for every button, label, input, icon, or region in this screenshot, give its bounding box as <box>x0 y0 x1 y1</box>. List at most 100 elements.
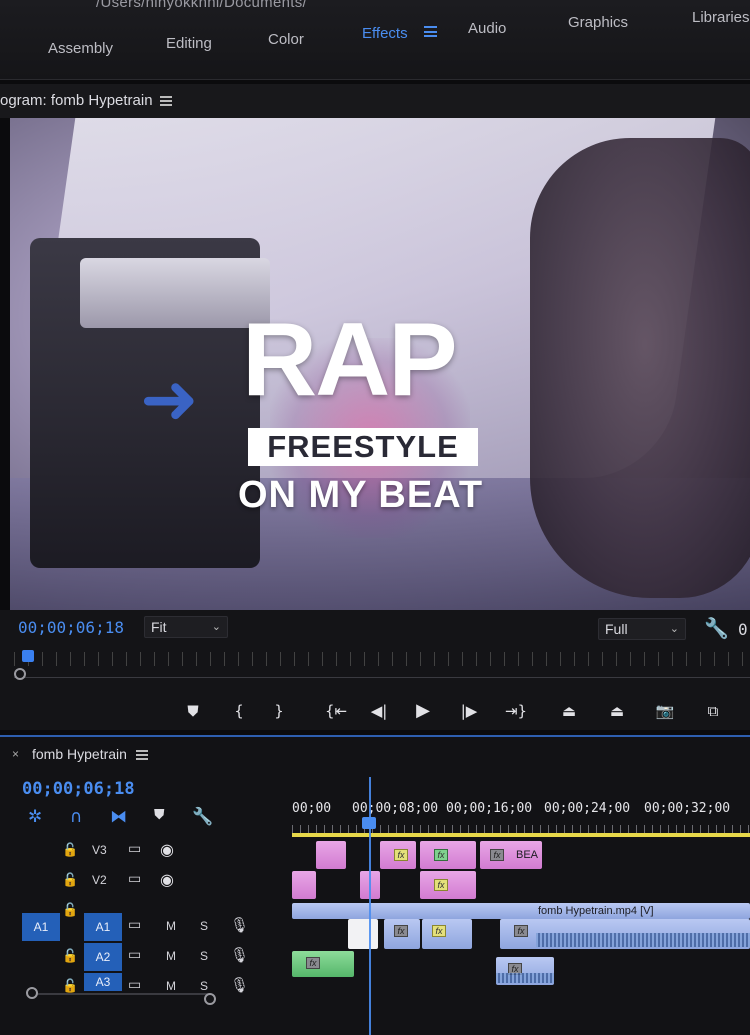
go-to-out-button[interactable]: ⇥} <box>500 700 532 722</box>
close-icon[interactable]: × <box>12 747 19 761</box>
nest-sequence-icon[interactable]: ✲ <box>28 807 42 827</box>
add-marker-button[interactable]: ⛊ <box>180 700 206 722</box>
timeline-scroll-handle-right[interactable] <box>204 993 216 1005</box>
clip-v3[interactable]: fx <box>420 841 476 869</box>
timeline-settings-wrench-icon[interactable]: 🔧 <box>192 807 213 827</box>
timeline-playhead[interactable] <box>362 817 376 829</box>
clip-a1[interactable]: fx <box>422 919 472 949</box>
eye-icon[interactable]: ◉ <box>160 870 174 889</box>
eye-icon[interactable]: ◉ <box>160 840 174 859</box>
linked-selection-icon[interactable]: ⧓ <box>110 807 127 827</box>
sync-lock-icon[interactable]: ▭ <box>128 841 141 857</box>
program-menu-icon[interactable] <box>160 96 172 106</box>
resolution-dropdown[interactable]: Full ⌄ <box>598 618 686 640</box>
timeline-scroll-handle-left[interactable] <box>26 987 38 999</box>
microphone-icon[interactable]: 🎙 <box>230 976 249 994</box>
clip-a1[interactable]: fx <box>384 919 420 949</box>
step-forward-button[interactable]: |▶ <box>456 700 482 722</box>
step-back-button[interactable]: ◀| <box>366 700 392 722</box>
workspace-menu-icon[interactable] <box>424 26 437 37</box>
track-target-a1[interactable]: A1 <box>84 913 122 941</box>
comparison-view-button[interactable]: ⧉ <box>700 700 726 722</box>
fx-badge: fx <box>434 849 448 861</box>
timeline-scrollbar[interactable] <box>30 993 210 995</box>
clip-a1-white[interactable] <box>348 919 378 949</box>
tab-graphics[interactable]: Graphics <box>568 14 628 31</box>
clip-v2[interactable] <box>292 871 316 899</box>
timeline-playhead-line[interactable] <box>369 777 371 1035</box>
tab-audio[interactable]: Audio <box>468 20 506 37</box>
timeline-time-ruler[interactable] <box>292 825 750 833</box>
fx-badge: fx <box>394 925 408 937</box>
track-header-v3: 🔓 V3 ▭ ◉ <box>0 837 290 865</box>
play-button[interactable]: ▶ <box>410 700 436 722</box>
tab-assembly[interactable]: Assembly <box>48 40 113 57</box>
tab-effects[interactable]: Effects <box>362 25 408 42</box>
tab-color[interactable]: Color <box>268 31 304 48</box>
track-header-a1: A1 A1 ▭ M S 🎙 <box>0 913 290 941</box>
mark-in-button[interactable]: { <box>226 700 252 722</box>
ruler-tick-label: 00;00;24;00 <box>544 801 631 816</box>
microphone-icon[interactable]: 🎙 <box>230 946 249 964</box>
chevron-down-icon: ⌄ <box>669 623 679 635</box>
tab-libraries[interactable]: Libraries <box>692 9 750 26</box>
track-target-a3[interactable]: A3 <box>84 973 122 991</box>
add-marker-icon[interactable]: ⛊ <box>154 807 165 823</box>
timeline-header: × fomb Hypetrain <box>0 737 750 773</box>
track-label: V2 <box>92 873 107 887</box>
mute-button[interactable]: M <box>166 919 176 933</box>
sync-lock-icon[interactable]: ▭ <box>128 947 141 963</box>
solo-button[interactable]: S <box>200 949 208 963</box>
clip-v3-bea[interactable]: fx BEA <box>480 841 542 869</box>
zoom-dropdown[interactable]: Fit ⌄ <box>144 616 228 638</box>
settings-wrench-icon[interactable]: 🔧 <box>704 616 729 640</box>
fx-badge: fx <box>514 925 528 937</box>
sync-lock-icon[interactable]: ▭ <box>128 917 141 933</box>
ruler-tick-label: 00;00 <box>292 801 332 816</box>
clip-a2[interactable]: fx <box>496 957 554 985</box>
microphone-icon[interactable]: 🎙 <box>230 916 249 934</box>
chevron-down-icon: ⌄ <box>211 621 221 633</box>
timeline-timecode[interactable]: 00;00;06;18 <box>22 779 135 799</box>
track-target-a2[interactable]: A2 <box>84 943 122 971</box>
clip-a2-green[interactable]: fx <box>292 951 354 977</box>
track-label: V3 <box>92 843 107 857</box>
mute-button[interactable]: M <box>166 949 176 963</box>
track-header-a2: 🔓 A2 ▭ M S 🎙 <box>0 943 290 971</box>
audio-waveform <box>496 973 554 983</box>
sequence-tab-title[interactable]: fomb Hypetrain <box>32 746 127 762</box>
program-playhead[interactable] <box>22 650 34 662</box>
program-scroll-handle[interactable] <box>14 668 26 680</box>
solo-button[interactable]: S <box>200 979 208 993</box>
sync-lock-icon[interactable]: ▭ <box>128 871 141 887</box>
video-hand <box>530 138 750 598</box>
extract-button[interactable]: ⏏ <box>604 700 630 722</box>
export-frame-button[interactable]: 📷 <box>652 700 678 722</box>
ruler-tick-label: 00;00;32;00 <box>644 801 731 816</box>
clip-v2[interactable]: fx <box>420 871 476 899</box>
lock-icon[interactable]: 🔓 <box>62 948 78 964</box>
go-to-in-button[interactable]: {⇤ <box>320 700 352 722</box>
mark-out-button[interactable]: } <box>266 700 292 722</box>
lock-icon[interactable]: 🔓 <box>62 872 78 888</box>
program-timecode[interactable]: 00;00;06;18 <box>18 618 124 637</box>
clip-v3[interactable]: fx <box>380 841 416 869</box>
snap-magnet-icon[interactable]: ∩ <box>70 807 82 827</box>
mute-button[interactable]: M <box>166 979 176 993</box>
workspace-bar: /Users/ninyokkhhi/Documents/ Assembly Ed… <box>0 0 750 80</box>
sync-lock-icon[interactable]: ▭ <box>128 977 141 993</box>
lock-icon[interactable]: 🔓 <box>62 842 78 858</box>
lock-icon[interactable]: 🔓 <box>62 978 78 994</box>
solo-button[interactable]: S <box>200 919 208 933</box>
timeline-menu-icon[interactable] <box>136 750 148 760</box>
clip-v3[interactable] <box>316 841 346 869</box>
source-patch-a1[interactable]: A1 <box>22 913 60 941</box>
lift-button[interactable]: ⏏ <box>556 700 582 722</box>
program-time-ruler[interactable] <box>14 652 750 666</box>
clip-a1-audio[interactable]: fx <box>500 919 750 949</box>
program-zoom-scrollbar[interactable] <box>14 670 750 678</box>
tab-editing[interactable]: Editing <box>166 35 212 52</box>
fx-badge: fx <box>394 849 408 861</box>
clip-v1-fomb-hypetrain[interactable]: fomb Hypetrain.mp4 [V] <box>292 903 750 919</box>
work-area-bar[interactable] <box>292 833 750 837</box>
